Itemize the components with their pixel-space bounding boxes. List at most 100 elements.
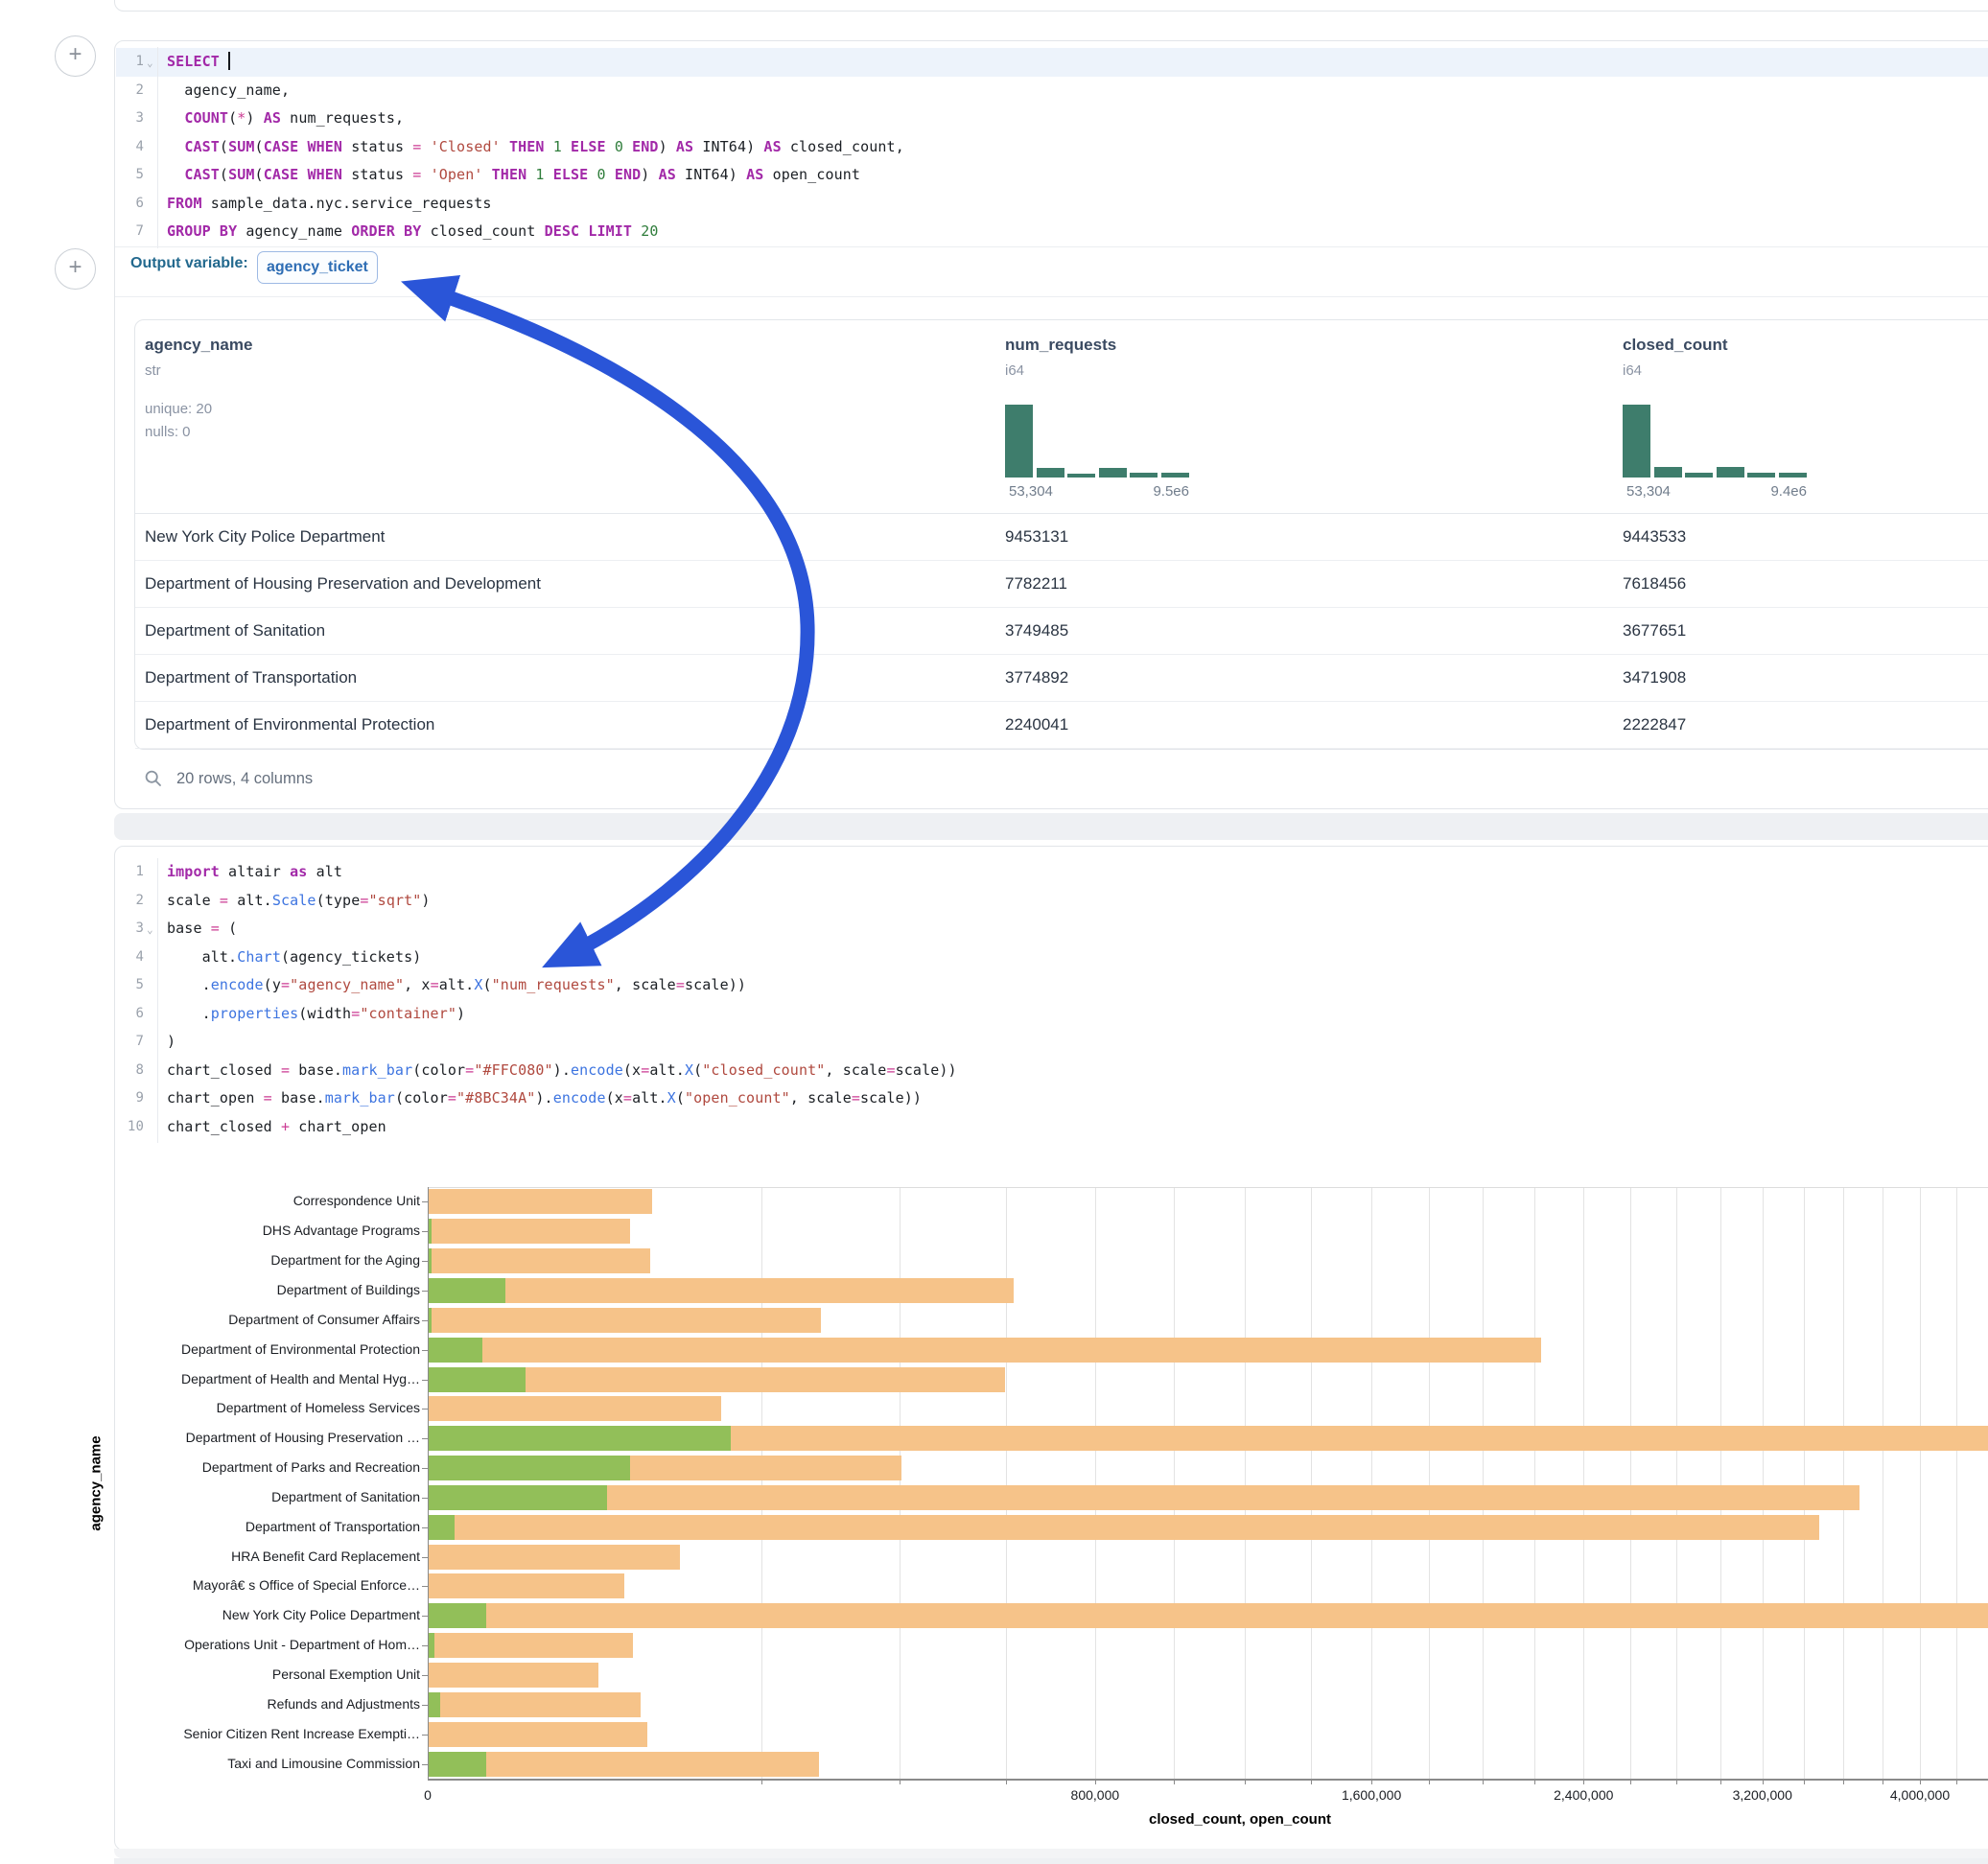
line-number: 2 <box>115 887 144 916</box>
table-footer: 20 rows, 4 columns <box>144 762 313 795</box>
histogram-max-label: 9.4e6 <box>1747 483 1807 500</box>
line-number: 3 <box>115 105 144 133</box>
histogram-min-label: 53,304 <box>1009 483 1053 500</box>
output-variable-pill[interactable]: agency_tickets <box>257 251 378 284</box>
code-text: ) <box>167 1028 175 1057</box>
histogram-bar <box>1685 473 1713 478</box>
table-row[interactable]: Department of Environmental Protection 22… <box>135 701 1988 749</box>
table-cell: 2240041 <box>1005 701 1068 748</box>
table-cell: 9453131 <box>1005 513 1068 560</box>
line-number: 6 <box>115 1000 144 1029</box>
divider <box>115 246 1988 247</box>
histogram-bar <box>1037 468 1064 478</box>
histogram-bar <box>1717 467 1744 478</box>
table-cell: 7782211 <box>1005 560 1067 607</box>
code-line[interactable]: 1 import altair as alt <box>115 858 1988 887</box>
code-line[interactable]: 7GROUP BY agency_name ORDER BY closed_co… <box>115 218 1988 246</box>
code-line[interactable]: 10 chart_closed + chart_open <box>115 1113 1988 1142</box>
histogram-bar <box>1130 473 1158 478</box>
line-number: 9 <box>115 1084 144 1113</box>
table-row[interactable]: Department of Sanitation37494853677651 <box>135 607 1988 655</box>
table-cell: 3749485 <box>1005 607 1068 654</box>
table-cell: Department of Environmental Protection <box>145 701 434 748</box>
code-line[interactable]: 7) <box>115 1028 1988 1057</box>
table-cell: New York City Police Department <box>145 513 385 560</box>
code-line[interactable]: 8chart_closed = base.mark_bar(color="#FF… <box>115 1057 1988 1085</box>
line-number: 10 <box>115 1113 144 1142</box>
code-line[interactable]: 6 .properties(width="container") <box>115 1000 1988 1029</box>
python-cell: 1 import altair as alt 2 scale = alt.Scale(… <box>114 846 1988 1851</box>
add-cell-button[interactable]: + <box>55 248 96 290</box>
code-text: .properties(width="container") <box>167 1000 465 1029</box>
collapse-chevron-icon[interactable]: ⌄ <box>147 916 153 944</box>
line-number: 5 <box>115 161 144 190</box>
code-text: scale = alt.Scale(type="sqrt") <box>167 887 431 916</box>
code-line[interactable]: 9 chart_open = base.mark_bar(color="#8BC3… <box>115 1084 1988 1113</box>
code-text: CAST(SUM(CASE WHEN status = 'Open' THEN … <box>167 161 860 190</box>
code-text: chart_closed = base.mark_bar(color="#FFC… <box>167 1057 957 1085</box>
code-text: .encode(y="agency_name", x=alt.X("num_re… <box>167 971 746 1000</box>
table-cell: 3774892 <box>1005 654 1068 701</box>
histogram-bar <box>1654 467 1682 478</box>
table-cell: Department of Transportation <box>145 654 357 701</box>
line-number: 5 <box>115 971 144 1000</box>
search-icon[interactable] <box>144 769 163 788</box>
code-line[interactable]: 5 .encode(y="agency_name", x=alt.X("num_… <box>115 971 1988 1000</box>
code-line[interactable]: 6FROM sample_data.nyc.service_requests <box>115 190 1988 219</box>
column-histogram <box>1623 401 1807 478</box>
code-line[interactable]: 2 agency_name, <box>115 77 1988 105</box>
add-cell-button[interactable]: + <box>55 35 96 77</box>
results-table: agency_namestrunique: 20nulls: 0num_requ… <box>134 319 1988 750</box>
line-number: 7 <box>115 218 144 246</box>
table-cell: 3677651 <box>1623 607 1686 654</box>
column-type: i64 <box>1005 362 1024 379</box>
cell-gap <box>114 1858 1988 1864</box>
table-row[interactable]: Department of Housing Preservation and D… <box>135 560 1988 608</box>
previous-cell-edge <box>114 0 1988 12</box>
histogram-max-label: 9.5e6 <box>1130 483 1189 500</box>
code-text: COUNT(*) AS num_requests, <box>167 105 404 133</box>
code-line[interactable]: 3 COUNT(*) AS num_requests, <box>115 105 1988 133</box>
table-row[interactable]: New York City Police Department 9453131 94… <box>135 513 1988 561</box>
y-axis-title: agency_name <box>88 1435 105 1530</box>
output-variable-value: agency_tickets <box>267 252 368 283</box>
column-type: str <box>145 362 161 379</box>
table-cell: Department of Housing Preservation and D… <box>145 560 541 607</box>
histogram-bar <box>1623 405 1650 478</box>
code-line[interactable]: 2 scale = alt.Scale(type="sqrt") <box>115 887 1988 916</box>
histogram-bar <box>1747 473 1775 478</box>
code-line[interactable]: 5 CAST(SUM(CASE WHEN status = 'Open' THE… <box>115 161 1988 190</box>
code-text: FROM sample_data.nyc.service_requests <box>167 190 492 219</box>
table-row[interactable]: Department of Transportation377489234719… <box>135 654 1988 702</box>
table-cell: 9443533 <box>1623 513 1686 560</box>
code-text: chart_closed + chart_open <box>167 1113 386 1142</box>
code-line[interactable]: 3⌄ base = ( <box>115 915 1988 944</box>
column-header[interactable]: agency_name <box>145 336 252 355</box>
line-number: 4 <box>115 944 144 972</box>
line-number: 1 <box>115 858 144 887</box>
table-cell: 7618456 <box>1623 560 1686 607</box>
text-cursor <box>228 52 230 70</box>
line-number: 3 <box>115 915 144 944</box>
line-number: 7 <box>115 1028 144 1057</box>
line-number: 2 <box>115 77 144 105</box>
histogram-bar <box>1067 474 1095 478</box>
code-text: alt.Chart(agency_tickets) <box>167 944 421 972</box>
sql-cell: 1⌄SELECT 2 agency_name,3 COUNT(*) AS num… <box>114 40 1988 809</box>
column-header[interactable]: num_requests <box>1005 336 1116 355</box>
code-line[interactable]: 4 alt.Chart(agency_tickets) <box>115 944 1988 972</box>
cell-shadow <box>114 1849 1988 1858</box>
code-line[interactable]: 4 CAST(SUM(CASE WHEN status = 'Closed' T… <box>115 133 1988 162</box>
histogram-bar <box>1099 468 1127 478</box>
code-text: chart_open = base.mark_bar(color="#8BC34… <box>167 1084 922 1113</box>
code-line[interactable]: 1⌄SELECT <box>115 48 1988 77</box>
histogram-min-label: 53,304 <box>1626 483 1671 500</box>
code-text: import altair as alt <box>167 858 342 887</box>
code-text: CAST(SUM(CASE WHEN status = 'Closed' THE… <box>167 133 904 162</box>
histogram-bar <box>1161 473 1189 478</box>
code-text: agency_name, <box>167 77 290 105</box>
collapse-chevron-icon[interactable]: ⌄ <box>147 49 153 78</box>
code-text: base = ( <box>167 915 237 944</box>
table-cell: 2222847 <box>1623 701 1686 748</box>
column-header[interactable]: closed_count <box>1623 336 1728 355</box>
